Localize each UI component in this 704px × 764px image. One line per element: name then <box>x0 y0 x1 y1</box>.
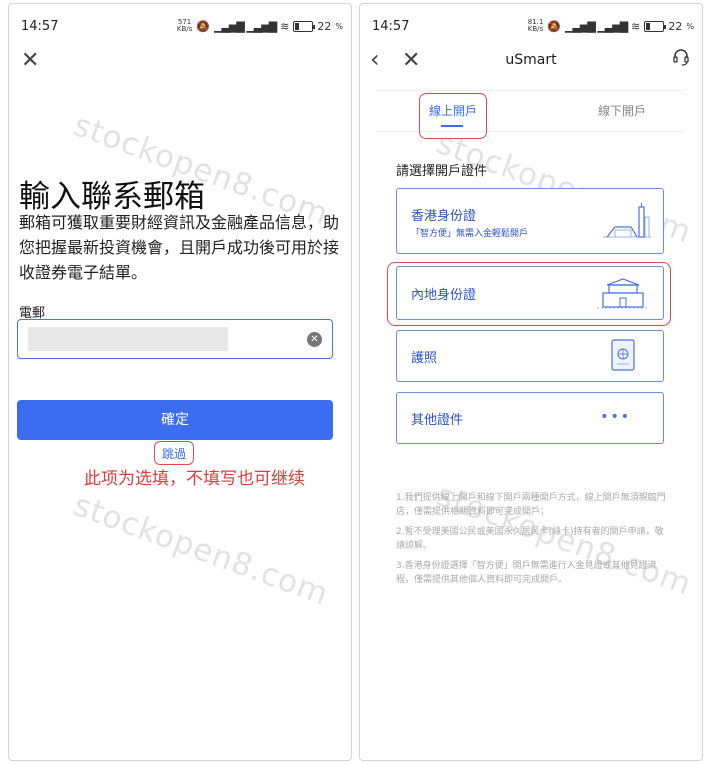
mute-icon: 🔕 <box>547 19 561 33</box>
wifi-icon: ≋ <box>280 19 290 33</box>
email-value-redacted <box>28 327 228 351</box>
card-title: 其他證件 <box>411 413 464 428</box>
email-field[interactable]: ✕ <box>17 319 333 359</box>
tab-offline[interactable]: 線下開戶 <box>582 91 662 131</box>
status-time: 14:57 <box>21 19 59 34</box>
headset-icon[interactable] <box>672 48 690 66</box>
net-speed: 81.1 KB/s <box>527 18 544 33</box>
passport-icon <box>611 339 635 375</box>
card-subtitle: 「智方便」無需入金輕鬆開戶 <box>411 229 529 239</box>
annotation-text: 此项为选填，不填写也可继续 <box>84 469 305 489</box>
card-other-id[interactable]: 其他證件 ••• <box>396 392 664 444</box>
watermark: stockopen8.com <box>68 487 334 613</box>
mute-icon: 🔕 <box>196 19 210 33</box>
net-speed: 571 KB/s <box>176 18 193 33</box>
email-screen: 14:57 571 KB/s 🔕 ▁▃▅▇ ▁▃▅▇ ≋ 22% ✕ stock… <box>8 3 352 761</box>
skip-highlight: 跳過 <box>154 441 194 465</box>
note-item: 3.香港身份證選擇「智方便」開戶無需進行入金見證或其他見證流程，僅需提供其他個人… <box>396 561 657 585</box>
battery-level: 22 <box>668 19 683 33</box>
signal-icon: ▁▃▅▇ ▁▃▅▇ <box>564 19 628 33</box>
page-description: 郵箱可獲取重要財經資訊及金融產品信息，助您把握最新投資機會，且開戶成功後可用於接… <box>19 213 340 282</box>
status-time: 14:57 <box>372 19 410 34</box>
card-title: 香港身份證 <box>411 209 477 224</box>
card-passport[interactable]: 護照 <box>396 330 664 382</box>
note-item: 1.我們提供線上開戶和線下開戶兩種開戶方式，線上開戶無須親臨門店，僅需提供相關資… <box>396 493 666 517</box>
status-bar-icons: 571 KB/s 🔕 ▁▃▅▇ ▁▃▅▇ ≋ 22% <box>176 18 343 33</box>
tab-highlight <box>419 93 487 139</box>
more-dots-icon: ••• <box>600 409 631 425</box>
hk-skyline-icon <box>601 203 653 243</box>
confirm-button[interactable]: 確定 <box>17 400 333 440</box>
close-icon[interactable]: ✕ <box>21 50 39 72</box>
card-title: 護照 <box>411 351 438 366</box>
notes: 1.我們提供線上開戶和線下開戶兩種開戶方式，線上開戶無須親臨門店，僅需提供相關資… <box>396 491 666 593</box>
card-highlight <box>387 262 671 326</box>
clear-icon[interactable]: ✕ <box>307 332 322 347</box>
id-select-screen: 14:57 81.1 KB/s 🔕 ▁▃▅▇ ▁▃▅▇ ≋ 22% ‹ ✕ uS… <box>359 3 703 761</box>
status-bar-icons: 81.1 KB/s 🔕 ▁▃▅▇ ▁▃▅▇ ≋ 22% <box>527 18 694 33</box>
wifi-icon: ≋ <box>631 19 641 33</box>
section-label: 請選擇開戶證件 <box>396 164 488 179</box>
card-hk-id[interactable]: 香港身份證 「智方便」無需入金輕鬆開戶 <box>396 188 664 254</box>
battery-level: 22 <box>317 19 332 33</box>
nav-title: uSmart <box>505 52 557 68</box>
battery-icon <box>644 20 667 32</box>
note-item: 2.暫不受理美國公民或美國永久居民卡(綠卡)持有者的開戶申請，敬請諒解。 <box>396 527 664 551</box>
signal-icon: ▁▃▅▇ ▁▃▅▇ <box>213 19 277 33</box>
skip-link[interactable]: 跳過 <box>155 445 193 462</box>
battery-icon <box>293 20 316 32</box>
